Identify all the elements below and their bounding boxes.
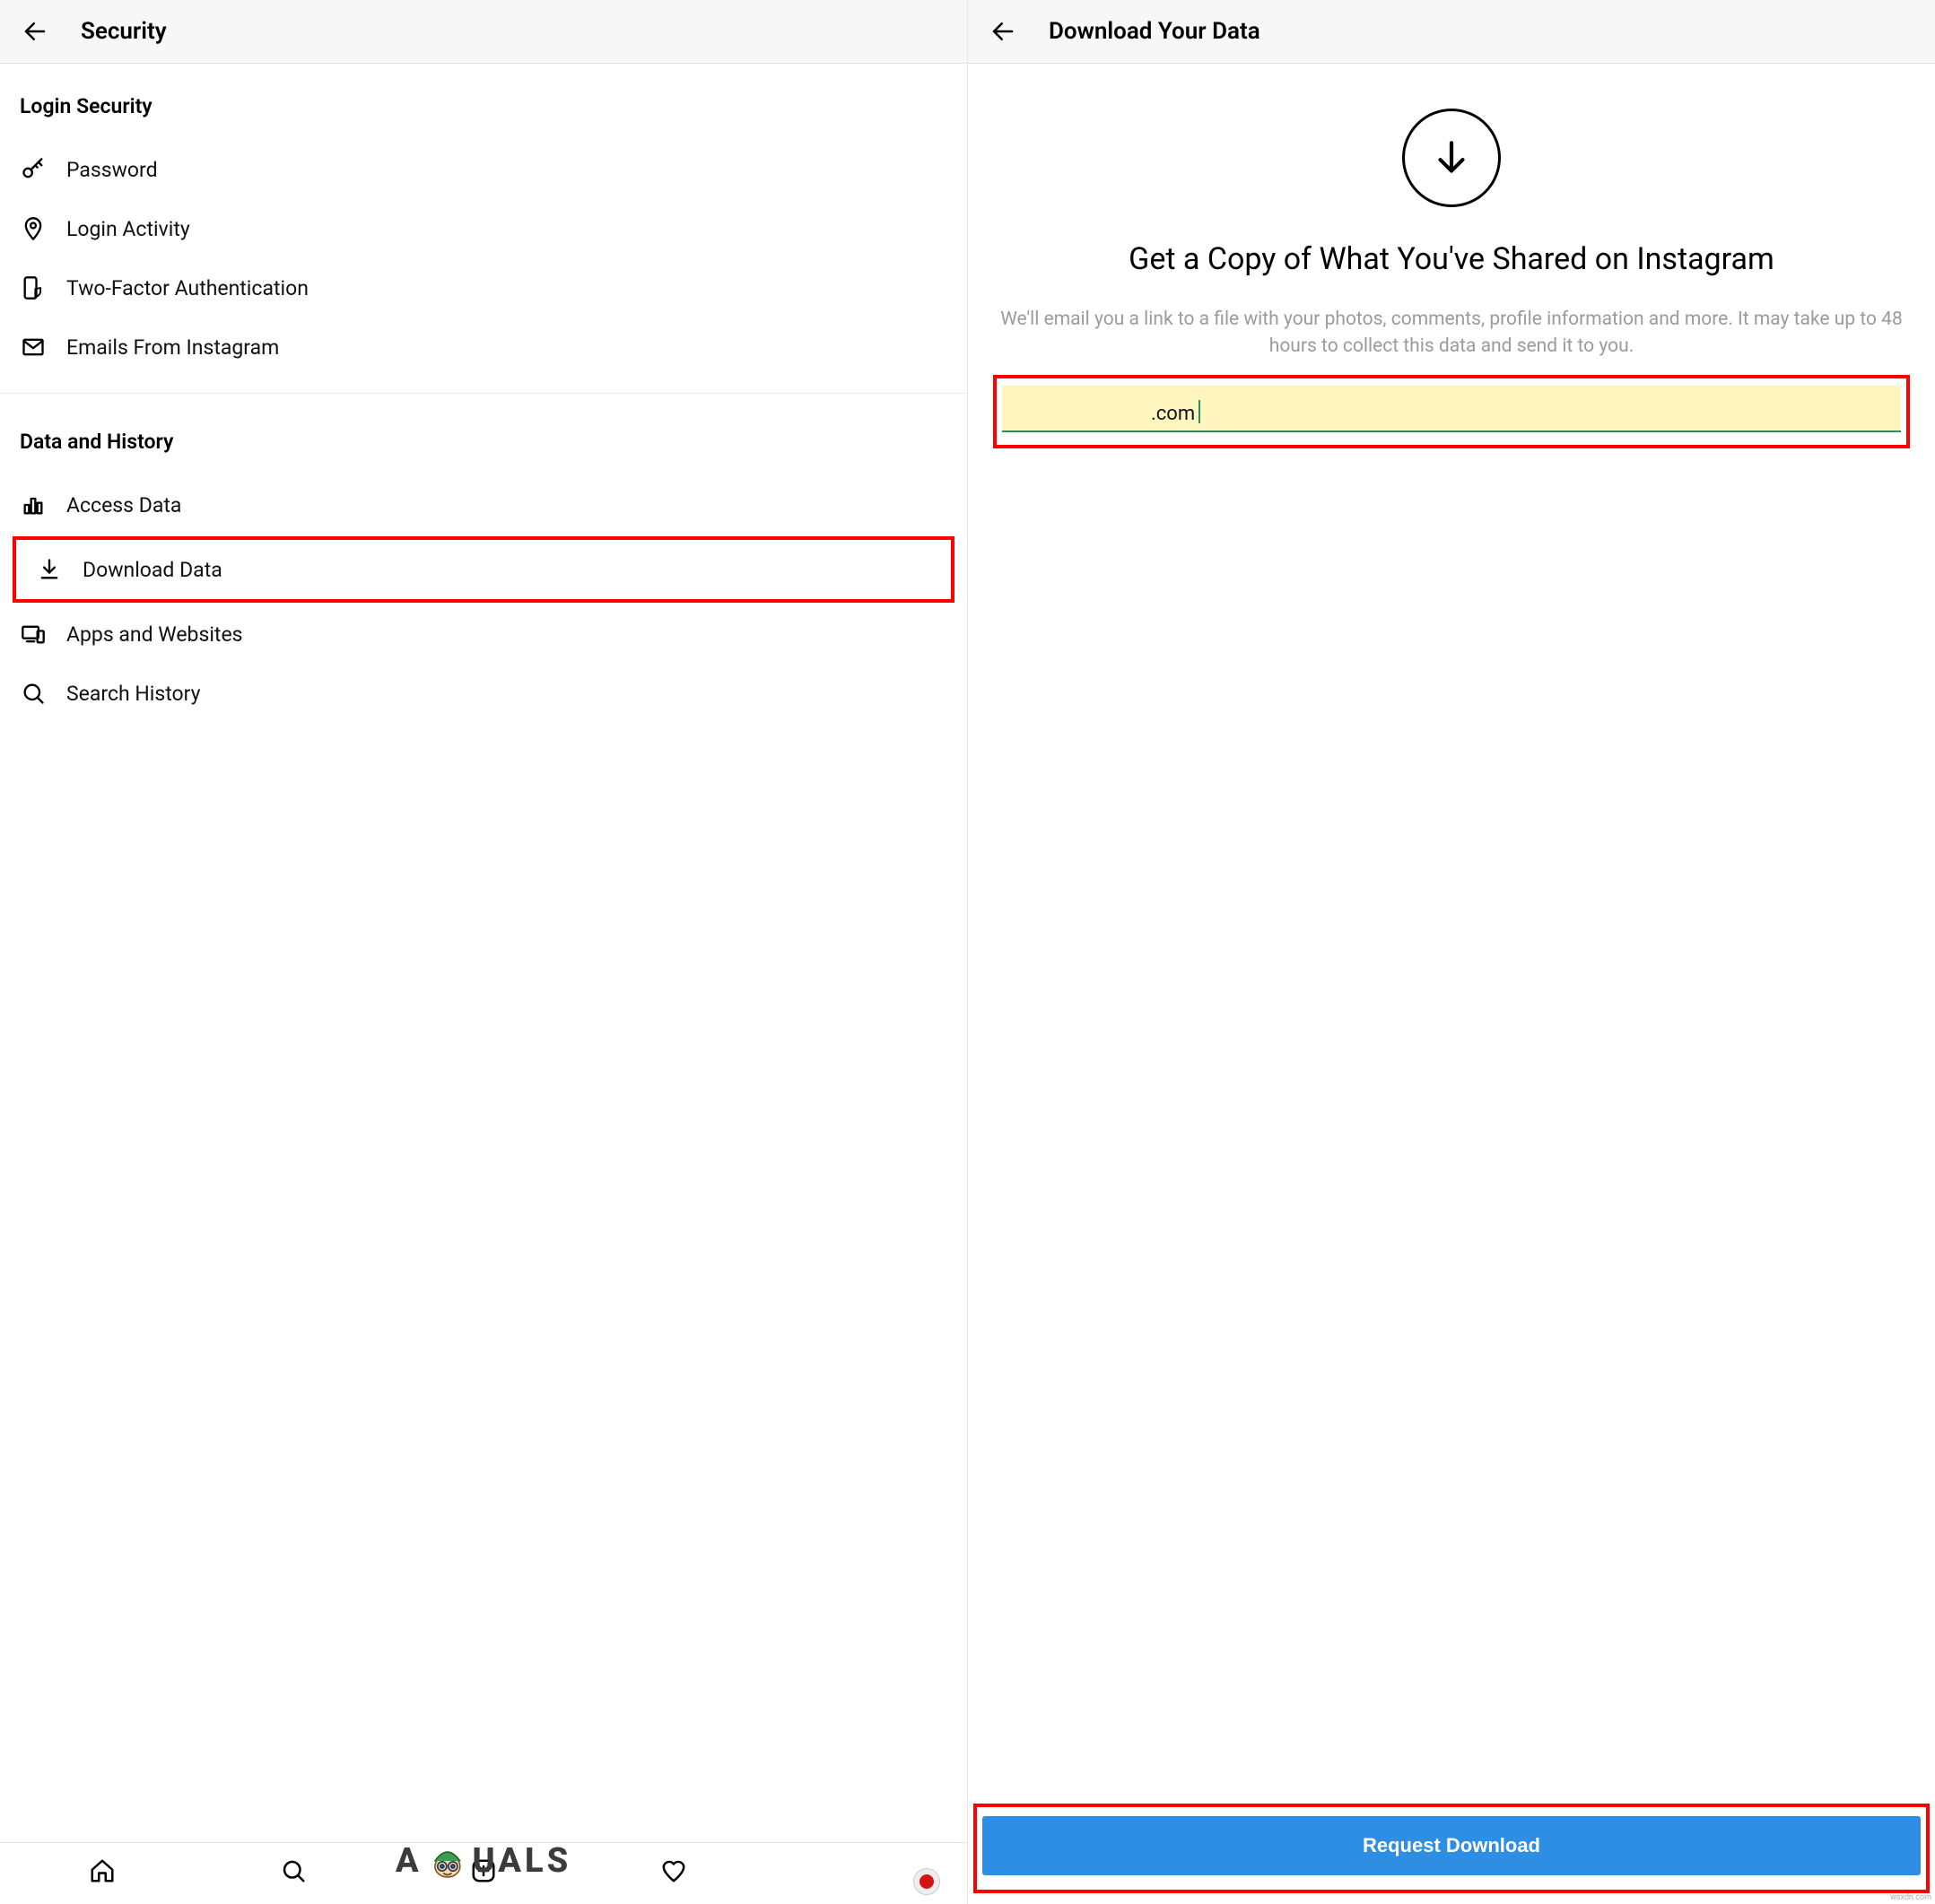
- section-login-security: Login Security: [0, 64, 967, 140]
- location-pin-icon: [20, 215, 47, 242]
- menu-apps-websites[interactable]: Apps and Websites: [0, 604, 967, 664]
- email-input[interactable]: .com: [1002, 386, 1901, 432]
- bar-chart-icon: [20, 491, 47, 518]
- highlight-email-field: .com: [993, 375, 1910, 448]
- download-icon: [36, 556, 63, 583]
- page-title-security: Security: [81, 18, 167, 45]
- search-icon: [280, 1857, 307, 1884]
- menu-label: Password: [66, 158, 158, 182]
- menu-login-activity[interactable]: Login Activity: [0, 199, 967, 258]
- download-data-screen: Download Your Data Get a Copy of What Yo…: [968, 0, 1935, 1904]
- header-security: Security: [0, 0, 967, 64]
- page-title-download: Download Your Data: [1049, 18, 1260, 45]
- devices-icon: [20, 621, 47, 648]
- site-credit: wsxdn.com: [1890, 1893, 1931, 1902]
- request-download-button[interactable]: Request Download: [982, 1816, 1921, 1875]
- security-menu-list: Login Security Password Login Activity T…: [0, 64, 967, 1842]
- menu-password[interactable]: Password: [0, 140, 967, 199]
- back-button-download[interactable]: [988, 16, 1018, 47]
- text-cursor: [1198, 400, 1200, 423]
- menu-emails-instagram[interactable]: Emails From Instagram: [0, 317, 967, 377]
- arrow-down-icon: [1429, 135, 1474, 180]
- back-button-security[interactable]: [20, 16, 50, 47]
- highlight-request-button: Request Download: [973, 1804, 1930, 1893]
- menu-label: Two-Factor Authentication: [66, 276, 309, 300]
- bottom-nav: [0, 1842, 967, 1904]
- nav-home[interactable]: [87, 1856, 118, 1886]
- menu-label: Search History: [66, 682, 201, 706]
- record-indicator: [913, 1868, 940, 1895]
- mail-icon: [20, 334, 47, 361]
- section-data-history: Data and History: [0, 399, 967, 475]
- security-screen: Security Login Security Password Login A…: [0, 0, 968, 1904]
- key-icon: [20, 156, 47, 183]
- highlight-download-data: Download Data: [13, 536, 954, 603]
- heart-icon: [660, 1857, 687, 1884]
- phone-shield-icon: [20, 274, 47, 301]
- menu-access-data[interactable]: Access Data: [0, 475, 967, 535]
- menu-label: Access Data: [66, 493, 181, 517]
- download-description: We'll email you a link to a file with yo…: [993, 306, 1910, 361]
- nav-activity[interactable]: [658, 1856, 689, 1886]
- download-heading: Get a Copy of What You've Shared on Inst…: [1123, 239, 1780, 281]
- menu-label: Download Data: [83, 558, 222, 582]
- search-icon: [20, 680, 47, 707]
- arrow-left-icon: [22, 18, 48, 45]
- menu-two-factor[interactable]: Two-Factor Authentication: [0, 258, 967, 317]
- nav-new-post[interactable]: [468, 1856, 499, 1886]
- menu-download-data[interactable]: Download Data: [16, 540, 951, 599]
- header-download: Download Your Data: [968, 0, 1935, 64]
- divider: [0, 393, 967, 394]
- email-redacted-prefix: [1011, 403, 1016, 425]
- menu-label: Emails From Instagram: [66, 335, 279, 360]
- download-circle-icon: [1402, 109, 1501, 207]
- menu-label: Login Activity: [66, 217, 190, 241]
- home-icon: [89, 1857, 116, 1884]
- plus-box-icon: [470, 1857, 497, 1884]
- email-visible-suffix: .com: [1151, 403, 1195, 425]
- menu-label: Apps and Websites: [66, 622, 243, 647]
- arrow-left-icon: [989, 18, 1016, 45]
- download-content: Get a Copy of What You've Shared on Inst…: [968, 64, 1935, 1804]
- menu-search-history[interactable]: Search History: [0, 664, 967, 723]
- nav-search[interactable]: [278, 1856, 309, 1886]
